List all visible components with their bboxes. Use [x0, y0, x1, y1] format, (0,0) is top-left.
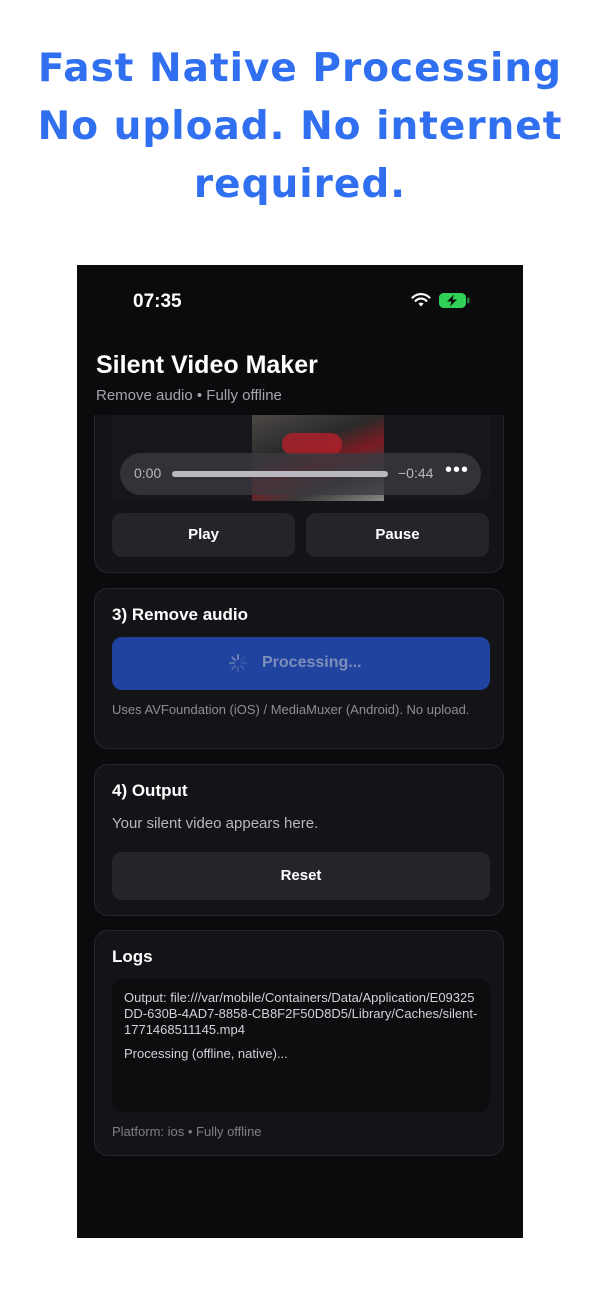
log-line: Output: file:///var/mobile/Containers/Da… — [124, 990, 478, 1037]
promo-headline: Fast Native Processing No upload. No int… — [0, 40, 600, 214]
phone-screen: 07:35 Silent Video Maker Remove audio • … — [77, 265, 523, 1238]
headline-line-3: required. — [193, 162, 407, 207]
logs-card: Logs Output: file:///var/mobile/Containe… — [94, 930, 504, 1156]
remove-audio-note: Uses AVFoundation (iOS) / MediaMuxer (An… — [112, 702, 470, 717]
status-bar: 07:35 — [77, 265, 523, 337]
pause-button[interactable]: Pause — [306, 513, 489, 557]
log-line: Processing (offline, native)... — [124, 1046, 288, 1061]
process-button-label: Processing... — [262, 654, 362, 671]
headline-line-2: No upload. No internet — [37, 104, 563, 149]
battery-charging-icon — [439, 293, 470, 308]
logs-title: Logs — [112, 947, 153, 966]
app-title: Silent Video Maker — [96, 351, 318, 379]
video-preview-card: 0:00 −0:44 ••• Play Pause — [94, 415, 504, 573]
more-options-icon[interactable]: ••• — [445, 459, 469, 482]
loading-spinner-icon — [229, 654, 247, 672]
play-button[interactable]: Play — [112, 513, 295, 557]
thumbnail-car-detail — [282, 433, 342, 455]
remaining-time: −0:44 — [398, 465, 434, 481]
remove-audio-card: 3) Remove audio Processing... Uses AVFou… — [94, 588, 504, 749]
reset-button[interactable]: Reset — [112, 852, 490, 900]
output-title: 4) Output — [112, 781, 188, 800]
output-placeholder-text: Your silent video appears here. — [112, 815, 319, 832]
scrubber-track[interactable] — [172, 471, 388, 477]
platform-info: Platform: ios • Fully offline — [112, 1124, 262, 1139]
wifi-icon — [411, 293, 431, 307]
video-player[interactable]: 0:00 −0:44 ••• — [112, 415, 490, 501]
remove-audio-title: 3) Remove audio — [112, 605, 249, 624]
log-output-box[interactable]: Output: file:///var/mobile/Containers/Da… — [112, 979, 490, 1112]
process-button[interactable]: Processing... — [112, 637, 490, 690]
playback-controls: 0:00 −0:44 ••• — [120, 453, 481, 495]
app-subtitle: Remove audio • Fully offline — [96, 387, 282, 404]
current-time: 0:00 — [134, 465, 162, 481]
status-time: 07:35 — [133, 291, 182, 312]
output-card: 4) Output Your silent video appears here… — [94, 764, 504, 916]
headline-line-1: Fast Native Processing — [37, 46, 563, 91]
